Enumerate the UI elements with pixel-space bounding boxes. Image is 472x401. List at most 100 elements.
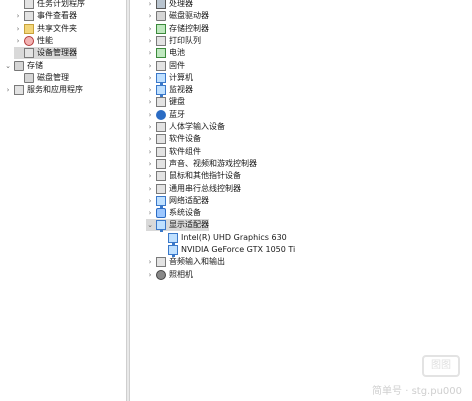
expand-chevron-icon[interactable]: › <box>146 183 154 195</box>
tree-item[interactable]: › 音频输入和输出 <box>146 256 225 268</box>
tree-item[interactable]: › 鼠标和其他指针设备 <box>146 170 241 182</box>
tree-item-label: 通用串行总线控制器 <box>169 183 241 193</box>
tree-item[interactable]: › 电池 <box>146 47 185 59</box>
monitor-icon <box>156 85 166 98</box>
tree-item-label: 声音、视频和游戏控制器 <box>169 158 257 168</box>
watermark-text: 简单号 · stg.pu000 <box>372 386 462 397</box>
tree-item[interactable]: › 固件 <box>146 60 185 72</box>
tree-item-label: 系统设备 <box>169 208 201 218</box>
clock-icon <box>24 0 34 9</box>
tree-item[interactable]: ⌄ 存储 <box>4 60 43 72</box>
tree-item[interactable]: › 人体学输入设备 <box>146 121 225 133</box>
console-tree-pane[interactable]: 任务计划程序 › 事件查看器 › 共享文件夹 › 性能 设备管理器 ⌄ 存储 磁盘管理 › 服务和应用程… <box>0 0 126 401</box>
device-tree-pane[interactable]: › 处理器 › 磁盘驱动器 › 存储控制器 › 打印队列 › 电池 › 固件 › 计算机 › 监视器 › 键盘 › 蓝… <box>130 0 472 401</box>
tree-item[interactable]: 设备管理器 <box>14 47 77 60</box>
usb-icon <box>156 183 166 194</box>
expand-chevron-icon[interactable]: › <box>146 60 154 72</box>
tree-item[interactable]: › 声音、视频和游戏控制器 <box>146 158 257 170</box>
watermark-badge: 图图 <box>422 355 460 377</box>
tree-item-label: 事件查看器 <box>37 11 77 21</box>
network-adapter-icon <box>156 195 166 208</box>
expand-chevron-icon[interactable]: › <box>146 72 154 84</box>
expand-chevron-icon[interactable]: › <box>4 84 12 96</box>
expand-chevron-icon[interactable]: › <box>146 269 154 281</box>
expand-chevron-icon[interactable]: › <box>146 158 154 170</box>
expand-chevron-icon[interactable]: › <box>146 35 154 47</box>
hid-icon <box>156 122 166 132</box>
system-device-icon <box>156 208 166 219</box>
tree-item-label: 打印队列 <box>169 35 201 45</box>
expand-chevron-icon[interactable]: › <box>146 121 154 133</box>
expand-chevron-icon[interactable]: › <box>146 96 154 108</box>
tree-item-label: 计算机 <box>169 72 193 82</box>
bluetooth-icon <box>156 109 166 120</box>
expand-chevron-icon[interactable]: › <box>146 256 154 268</box>
tree-item-label: 性能 <box>37 35 53 45</box>
expand-chevron-icon[interactable]: › <box>146 207 154 219</box>
tree-item[interactable]: › 监视器 <box>146 84 193 98</box>
tree-item[interactable]: › 性能 <box>14 35 53 47</box>
tree-item-label: 服务和应用程序 <box>27 85 83 95</box>
shared-folder-icon <box>24 23 34 34</box>
display-adapter-icon <box>168 232 178 245</box>
tree-item[interactable]: › 事件查看器 <box>14 10 77 22</box>
tree-item-label: 蓝牙 <box>169 109 185 119</box>
tree-item-label: NVIDIA GeForce GTX 1050 Ti <box>181 245 296 254</box>
disk-management-icon <box>24 72 34 83</box>
expand-chevron-icon[interactable]: › <box>146 109 154 121</box>
tree-item[interactable]: › 计算机 <box>146 72 193 85</box>
tree-item-label: 存储 <box>27 60 43 70</box>
collapse-chevron-icon[interactable]: ⌄ <box>146 219 154 231</box>
tree-item[interactable]: › 共享文件夹 <box>14 23 77 35</box>
tree-item-label: 网络适配器 <box>169 195 209 205</box>
collapse-chevron-icon[interactable]: ⌄ <box>4 60 12 72</box>
expand-chevron-icon[interactable]: › <box>14 23 22 35</box>
tree-item[interactable]: › 打印队列 <box>146 35 201 47</box>
tree-item-label: 处理器 <box>169 0 193 8</box>
tree-item[interactable]: › 系统设备 <box>146 207 201 219</box>
expand-chevron-icon[interactable]: › <box>14 10 22 22</box>
expand-chevron-icon[interactable]: › <box>146 170 154 182</box>
device-manager-icon <box>24 48 34 59</box>
software-device-icon <box>156 134 166 145</box>
tree-item[interactable]: NVIDIA GeForce GTX 1050 Ti <box>158 244 296 257</box>
expand-chevron-icon[interactable]: › <box>14 35 22 47</box>
tree-item[interactable]: 磁盘管理 <box>14 72 69 84</box>
display-adapter-icon <box>156 220 166 233</box>
tree-item[interactable]: 任务计划程序 <box>14 0 85 10</box>
tree-item-label: 监视器 <box>169 85 193 95</box>
expand-chevron-icon[interactable]: › <box>146 84 154 96</box>
expand-chevron-icon[interactable]: › <box>146 23 154 35</box>
tree-item[interactable]: › 服务和应用程序 <box>4 84 83 96</box>
tree-item-label: 设备管理器 <box>37 48 77 58</box>
expand-chevron-icon[interactable]: › <box>146 133 154 145</box>
printer-icon <box>156 35 166 46</box>
tree-item[interactable]: › 存储控制器 <box>146 23 209 35</box>
tree-item-label: 音频输入和输出 <box>169 257 225 267</box>
expand-chevron-icon[interactable]: › <box>146 0 154 10</box>
services-icon <box>14 85 24 96</box>
keyboard-icon <box>156 97 166 108</box>
expand-chevron-icon[interactable]: › <box>146 47 154 59</box>
tree-item-label: 任务计划程序 <box>37 0 85 8</box>
expand-chevron-icon[interactable]: › <box>146 146 154 158</box>
tree-item[interactable]: ⌄ 显示适配器 <box>146 219 209 233</box>
mouse-icon <box>156 171 166 182</box>
tree-item[interactable]: › 键盘 <box>146 96 185 108</box>
event-viewer-icon <box>24 11 34 22</box>
tree-item-label: 电池 <box>169 48 185 58</box>
processor-icon <box>156 0 166 9</box>
tree-item[interactable]: › 软件设备 <box>146 133 201 145</box>
tree-item[interactable]: › 软件组件 <box>146 146 201 158</box>
expand-chevron-icon[interactable]: › <box>146 10 154 22</box>
tree-item[interactable]: › 网络适配器 <box>146 195 209 208</box>
tree-item[interactable]: › 磁盘驱动器 <box>146 10 209 22</box>
tree-item[interactable]: › 蓝牙 <box>146 109 185 121</box>
expand-chevron-icon[interactable]: › <box>146 195 154 207</box>
tree-item[interactable]: › 通用串行总线控制器 <box>146 183 241 195</box>
tree-item[interactable]: › 处理器 <box>146 0 193 10</box>
tree-item-label: 磁盘驱动器 <box>169 11 209 21</box>
tree-item[interactable]: Intel(R) UHD Graphics 630 <box>158 232 287 245</box>
tree-item[interactable]: › 照相机 <box>146 269 193 281</box>
software-component-icon <box>156 146 166 157</box>
